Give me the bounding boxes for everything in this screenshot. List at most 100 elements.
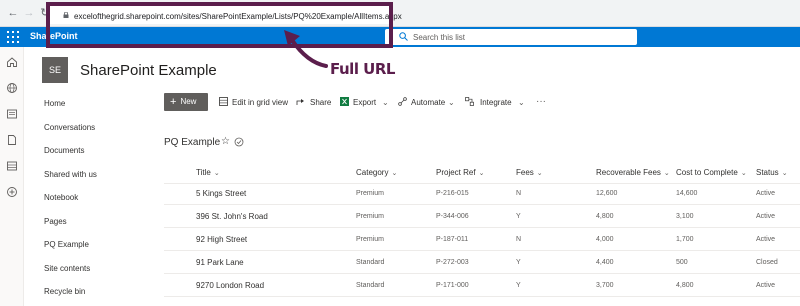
cell-project-ref: P-171-000 <box>436 282 469 289</box>
nav-item-recycle-bin[interactable]: Recycle bin <box>44 287 85 296</box>
cell-project-ref: P-216-015 <box>436 190 469 197</box>
export-button[interactable]: Export <box>353 98 376 107</box>
site-logo[interactable]: SE <box>42 57 68 83</box>
export-chevron-down-icon[interactable]: ⌄ <box>382 98 389 107</box>
cell-title[interactable]: 9270 London Road <box>196 281 264 290</box>
share-icon <box>296 99 304 105</box>
column-header-fees[interactable]: Fees ⌄ <box>516 168 543 177</box>
cell-category: Premium <box>356 213 385 220</box>
cell-fees: N <box>516 236 522 243</box>
command-bar: + New Edit in grid view Share Export ⌄ Au… <box>164 93 800 111</box>
chevron-down-icon: ⌄ <box>391 170 398 177</box>
news-icon[interactable] <box>6 108 18 120</box>
share-button[interactable]: Share <box>310 98 331 107</box>
nav-item-pq-example[interactable]: PQ Example <box>44 240 89 249</box>
automate-chevron-down-icon[interactable]: ⌄ <box>448 98 455 107</box>
home-icon[interactable] <box>6 56 18 68</box>
automate-button[interactable]: Automate <box>411 98 445 107</box>
chevron-down-icon: ⌄ <box>781 170 788 177</box>
lock-icon <box>63 12 69 18</box>
column-header-category[interactable]: Category ⌄ <box>356 168 397 177</box>
chevron-down-icon: ⌄ <box>478 170 485 177</box>
cell-project-ref: P-344-006 <box>436 213 469 220</box>
create-icon[interactable] <box>6 186 18 198</box>
table-row[interactable]: 92 High Street Premium P-187-011 N 4,000… <box>164 229 800 251</box>
column-header-cost-to-complete[interactable]: Cost to Complete ⌄ <box>676 168 747 177</box>
column-header-label: Category <box>356 168 389 177</box>
cell-category: Premium <box>356 236 385 243</box>
plus-icon: + <box>170 96 177 108</box>
chevron-down-icon: ⌄ <box>536 170 543 177</box>
cell-fees: Y <box>516 259 521 266</box>
address-bar[interactable]: excelofthegrid.sharepoint.com/sites/Shar… <box>46 2 402 24</box>
column-header-label: Status <box>756 168 779 177</box>
column-header-label: Title <box>196 168 211 177</box>
cell-status: Active <box>756 213 776 220</box>
sharepoint-brand[interactable]: SharePoint <box>30 31 78 41</box>
table-row[interactable]: 91 Park Lane Standard P-272-003 Y 4,400 … <box>164 252 800 274</box>
chevron-down-icon: ⌄ <box>213 170 220 177</box>
annotation-arrow-icon <box>284 30 328 68</box>
browser-toolbar: ← → ↻ excelofthegrid.sharepoint.com/site… <box>0 0 800 27</box>
table-row[interactable]: 9270 London Road Standard P-171-000 Y 3,… <box>164 275 800 297</box>
forward-icon[interactable]: → <box>22 6 36 20</box>
search-icon <box>399 32 408 41</box>
checkmark-circle-icon[interactable] <box>234 137 244 147</box>
cell-recoverable-fees: 4,800 <box>596 213 614 220</box>
column-header-title[interactable]: Title ⌄ <box>196 168 220 177</box>
cell-status: Active <box>756 282 776 289</box>
column-header-project-ref[interactable]: Project Ref ⌄ <box>436 168 484 177</box>
cell-recoverable-fees: 4,000 <box>596 236 614 243</box>
table-row[interactable]: 5 Kings Street Premium P-216-015 N 12,60… <box>164 183 800 205</box>
globe-icon[interactable] <box>6 82 18 94</box>
excel-icon <box>340 97 349 106</box>
cell-title[interactable]: 92 High Street <box>196 235 247 244</box>
cell-cost-to-complete: 14,600 <box>676 190 698 197</box>
edit-grid-view-button[interactable]: Edit in grid view <box>232 98 288 107</box>
cell-cost-to-complete: 3,100 <box>676 213 694 220</box>
app-rail <box>0 47 24 306</box>
nav-item-pages[interactable]: Pages <box>44 217 67 226</box>
column-header-label: Project Ref <box>436 168 476 177</box>
cell-project-ref: P-272-003 <box>436 259 469 266</box>
new-button[interactable]: + New <box>164 93 208 111</box>
back-icon[interactable]: ← <box>6 6 20 20</box>
chevron-down-icon: ⌄ <box>663 170 670 177</box>
nav-item-site-contents[interactable]: Site contents <box>44 264 90 273</box>
lists-icon[interactable] <box>6 160 18 172</box>
cell-category: Standard <box>356 259 385 266</box>
files-icon[interactable] <box>6 134 18 146</box>
integrate-button[interactable]: Integrate <box>480 98 512 107</box>
table-row[interactable]: 396 St. John's Road Premium P-344-006 Y … <box>164 206 800 228</box>
nav-item-notebook[interactable]: Notebook <box>44 193 78 202</box>
grid-view-icon <box>219 97 228 106</box>
list-title: PQ Example <box>164 137 221 148</box>
cell-fees: Y <box>516 213 521 220</box>
cell-category: Standard <box>356 282 385 289</box>
cell-title[interactable]: 5 Kings Street <box>196 189 246 198</box>
cell-cost-to-complete: 4,800 <box>676 282 694 289</box>
more-options-icon[interactable]: ··· <box>536 96 546 107</box>
column-header-recoverable-fees[interactable]: Recoverable Fees ⌄ <box>596 168 670 177</box>
favorite-star-icon[interactable]: ☆ <box>221 136 230 147</box>
cell-title[interactable]: 396 St. John's Road <box>196 212 268 221</box>
nav-item-conversations[interactable]: Conversations <box>44 123 95 132</box>
cell-cost-to-complete: 500 <box>676 259 688 266</box>
nav-item-shared-with-us[interactable]: Shared with us <box>44 170 97 179</box>
column-header-status[interactable]: Status ⌄ <box>756 168 788 177</box>
integrate-chevron-down-icon[interactable]: ⌄ <box>518 98 525 107</box>
app-launcher-icon[interactable] <box>7 31 19 43</box>
cell-title[interactable]: 91 Park Lane <box>196 258 244 267</box>
url-text: excelofthegrid.sharepoint.com/sites/Shar… <box>74 12 402 21</box>
cell-recoverable-fees: 4,400 <box>596 259 614 266</box>
site-title[interactable]: SharePoint Example <box>80 62 217 79</box>
cell-status: Closed <box>756 259 778 266</box>
cell-status: Active <box>756 236 776 243</box>
search-input[interactable]: Search this list <box>385 29 637 45</box>
new-label: New <box>180 97 197 106</box>
cell-fees: Y <box>516 282 521 289</box>
nav-item-home[interactable]: Home <box>44 99 65 108</box>
cell-recoverable-fees: 12,600 <box>596 190 618 197</box>
suite-bar: SharePoint Search this list <box>0 27 800 47</box>
nav-item-documents[interactable]: Documents <box>44 146 84 155</box>
